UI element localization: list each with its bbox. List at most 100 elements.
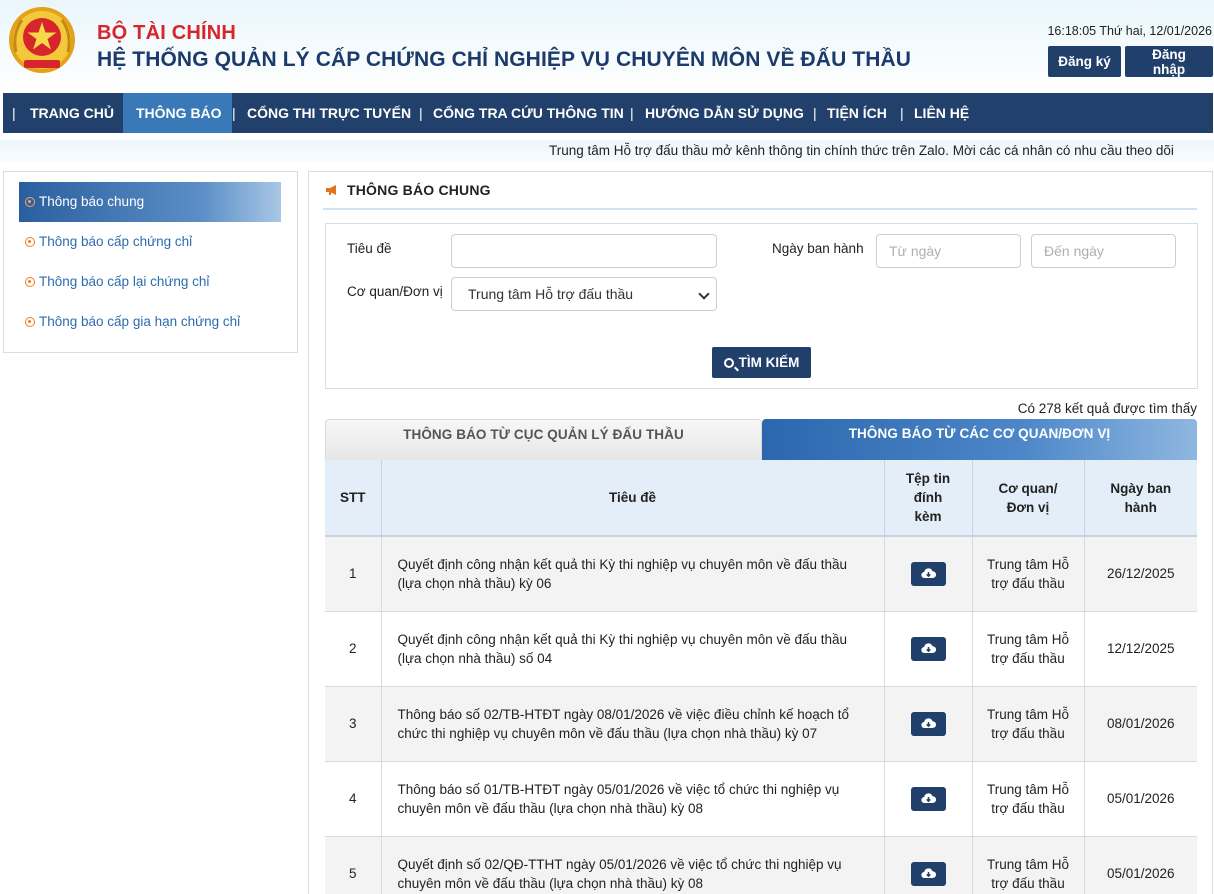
table-row: 3 Thông báo số 02/TB-HTĐT ngày 08/01/202… (325, 686, 1197, 762)
table-row: 5 Quyết định số 02/QĐ-TTHT ngày 05/01/20… (325, 836, 1197, 894)
table-row: 1 Quyết định công nhận kết quả thi Kỳ th… (325, 536, 1197, 612)
main-panel: THÔNG BÁO CHUNG Tiêu đề Ngày ban hành Cơ… (308, 171, 1213, 894)
row-title-link[interactable]: Thông báo số 02/TB-HTĐT ngày 08/01/2026 … (381, 686, 885, 762)
sidebar-item-general-notices[interactable]: Thông báo chung (19, 182, 281, 222)
row-title-link[interactable]: Quyết định số 02/QĐ-TTHT ngày 05/01/2026… (381, 836, 885, 894)
search-button[interactable]: TÌM KIẾM (712, 347, 811, 378)
download-button[interactable] (910, 711, 946, 736)
row-agency: Trung tâm Hỗ trợ đấu thầu (972, 536, 1085, 612)
agency-select-value: Trung tâm Hỗ trợ đấu thầu (468, 286, 634, 302)
site-header: BỘ TÀI CHÍNH HỆ THỐNG QUẢN LÝ CẤP CHỨNG … (0, 0, 1214, 92)
row-attachment (884, 836, 973, 894)
nav-separator: | (900, 105, 904, 121)
title-filter-label: Tiêu đề (347, 241, 392, 256)
sidebar-item-label: Thông báo cấp chứng chỉ (39, 234, 193, 249)
bullet-icon (25, 317, 35, 327)
row-date: 12/12/2025 (1084, 611, 1197, 687)
cloud-download-icon (920, 867, 936, 878)
row-agency: Trung tâm Hỗ trợ đấu thầu (972, 686, 1085, 762)
search-button-label: TÌM KIẾM (738, 355, 800, 370)
row-date: 26/12/2025 (1084, 536, 1197, 612)
sidebar-item-label: Thông báo chung (39, 194, 145, 209)
megaphone-icon (326, 185, 336, 195)
row-stt: 3 (325, 686, 382, 762)
search-filter-form: Tiêu đề Ngày ban hành Cơ quan/Đơn vị Tru… (325, 223, 1198, 389)
national-emblem-icon (9, 7, 75, 73)
row-date: 05/01/2026 (1084, 836, 1197, 894)
row-attachment (884, 536, 973, 612)
current-datetime: 16:18:05 Thứ hai, 12/01/2026 (1047, 24, 1212, 38)
column-header-attachment: Tệp tin đính kèm (884, 460, 973, 537)
column-header-title: Tiêu đề (381, 460, 885, 537)
cloud-download-icon (920, 568, 936, 578)
notices-table: STT Tiêu đề Tệp tin đính kèm Cơ quan/ Đơ… (325, 460, 1197, 894)
download-button[interactable] (910, 861, 946, 886)
bullet-icon (25, 197, 35, 207)
announcement-ticker: Trung tâm Hỗ trợ đấu thầu mở kênh thông … (0, 140, 1214, 162)
sidebar-item-label: Thông báo cấp lại chứng chỉ (39, 274, 210, 289)
nav-separator: | (813, 105, 817, 121)
row-attachment (884, 611, 973, 687)
row-title-link[interactable]: Quyết định công nhận kết quả thi Kỳ thi … (381, 536, 885, 612)
agency-select[interactable]: Trung tâm Hỗ trợ đấu thầu (451, 277, 717, 311)
table-row: 4 Thông báo số 01/TB-HTĐT ngày 05/01/202… (325, 761, 1197, 837)
tab-bidding-agency-notices[interactable]: THÔNG BÁO TỪ CỤC QUẢN LÝ ĐẤU THẦU (325, 419, 762, 461)
row-stt: 5 (325, 836, 382, 894)
result-count: Có 278 kết quả được tìm thấy (1017, 401, 1197, 416)
row-attachment (884, 761, 973, 837)
login-button[interactable]: Đăng nhập (1125, 46, 1213, 77)
page-title: THÔNG BÁO CHUNG (347, 182, 491, 198)
row-stt: 4 (325, 761, 382, 837)
system-title: HỆ THỐNG QUẢN LÝ CẤP CHỨNG CHỈ NGHIỆP VỤ… (97, 48, 911, 71)
nav-separator: | (12, 105, 16, 121)
row-agency: Trung tâm Hỗ trợ đấu thầu (972, 836, 1085, 894)
row-stt: 2 (325, 611, 382, 687)
download-button[interactable] (910, 786, 946, 811)
register-button[interactable]: Đăng ký (1048, 46, 1121, 77)
date-filter-label: Ngày ban hành (772, 241, 864, 256)
ministry-name: BỘ TÀI CHÍNH (97, 22, 237, 44)
table-header-row: STT Tiêu đề Tệp tin đính kèm Cơ quan/ Đơ… (325, 460, 1197, 537)
nav-item-guide[interactable]: HƯỚNG DẪN SỬ DỤNG (645, 93, 804, 133)
row-stt: 1 (325, 536, 382, 612)
column-header-agency: Cơ quan/ Đơn vị (972, 460, 1085, 537)
nav-separator: | (232, 105, 236, 121)
sidebar-item-certificate-issuance[interactable]: Thông báo cấp chứng chỉ (19, 222, 281, 262)
nav-separator: | (630, 105, 634, 121)
nav-item-contact[interactable]: LIÊN HỆ (914, 93, 969, 133)
title-filter-input[interactable] (451, 234, 717, 268)
to-date-input[interactable] (1031, 234, 1176, 268)
download-button[interactable] (910, 561, 946, 586)
sidebar-item-label: Thông báo cấp gia hạn chứng chỉ (39, 314, 241, 329)
bullet-icon (25, 277, 35, 287)
cloud-download-icon (920, 717, 936, 728)
nav-item-online-exam[interactable]: CỔNG THI TRỰC TUYẾN (247, 93, 411, 133)
row-agency: Trung tâm Hỗ trợ đấu thầu (972, 611, 1085, 687)
row-title-link[interactable]: Thông báo số 01/TB-HTĐT ngày 05/01/2026 … (381, 761, 885, 837)
tab-unit-notices[interactable]: THÔNG BÁO TỪ CÁC CƠ QUAN/ĐƠN VỊ (762, 419, 1197, 461)
nav-item-lookup[interactable]: CỔNG TRA CỨU THÔNG TIN (433, 93, 624, 133)
panel-header: THÔNG BÁO CHUNG (323, 180, 1197, 210)
nav-item-notices[interactable]: THÔNG BÁO (123, 93, 232, 133)
from-date-input[interactable] (876, 234, 1021, 268)
nav-separator: | (419, 105, 423, 121)
nav-item-utilities[interactable]: TIỆN ÍCH (827, 93, 887, 133)
table-row: 2 Quyết định công nhận kết quả thi Kỳ th… (325, 611, 1197, 687)
search-icon (723, 358, 734, 368)
download-button[interactable] (910, 636, 946, 661)
sidebar-item-certificate-reissue[interactable]: Thông báo cấp lại chứng chỉ (19, 262, 281, 302)
nav-item-home[interactable]: TRANG CHỦ (26, 93, 118, 133)
row-title-link[interactable]: Quyết định công nhận kết quả thi Kỳ thi … (381, 611, 885, 687)
column-header-date: Ngày ban hành (1084, 460, 1197, 537)
sidebar: Thông báo chung Thông báo cấp chứng chỉ … (3, 171, 298, 353)
bullet-icon (25, 237, 35, 247)
row-date: 08/01/2026 (1084, 686, 1197, 762)
row-attachment (884, 686, 973, 762)
row-agency: Trung tâm Hỗ trợ đấu thầu (972, 761, 1085, 837)
sidebar-item-certificate-renewal[interactable]: Thông báo cấp gia hạn chứng chỉ (19, 302, 281, 342)
agency-filter-label: Cơ quan/Đơn vị (347, 284, 443, 299)
cloud-download-icon (920, 642, 936, 653)
row-date: 05/01/2026 (1084, 761, 1197, 837)
chevron-down-icon (698, 288, 710, 300)
ticker-text[interactable]: Trung tâm Hỗ trợ đấu thầu mở kênh thông … (549, 143, 1174, 158)
